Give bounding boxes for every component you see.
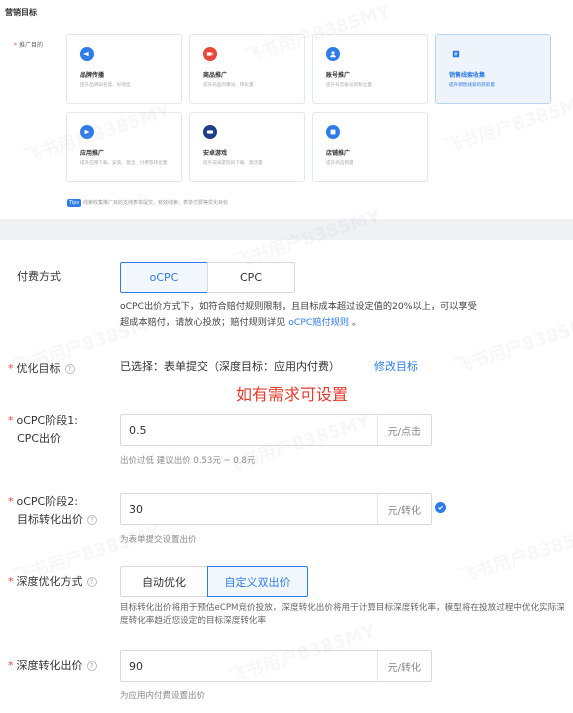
promo-goal-label: * 推广目的 — [14, 42, 44, 49]
card-desc: 提升商品销量 — [326, 161, 354, 166]
form-icon — [449, 47, 463, 61]
stage1-value: 0.5 — [129, 423, 147, 437]
gamepad-icon — [203, 125, 217, 139]
card-title: 安卓游戏 — [203, 150, 228, 157]
stage1-label-line2: CPC出价 — [17, 432, 61, 445]
stage2-value: 30 — [129, 502, 143, 516]
card-brand[interactable]: 品牌传播 提升品牌知名度、好感度 — [66, 34, 182, 104]
billing-label: 付费方式 — [17, 270, 61, 283]
stage1-unit: 元/点击 — [376, 415, 431, 445]
optimize-goal-label: * 优化目标? — [8, 360, 75, 377]
card-title: 应用推广 — [80, 150, 105, 157]
tips-text: 线索收集推广目的支持表单提交、有效线索、表单付费等优化目标 — [83, 200, 229, 206]
stage2-label-line2: 目标转化出价? — [17, 511, 97, 528]
card-android-game[interactable]: 安卓游戏 提升安卓游戏的下载、激活量 — [189, 112, 305, 182]
help-icon[interactable]: ? — [86, 577, 97, 587]
user-icon — [326, 47, 340, 61]
billing-option-ocpc[interactable]: oCPC — [120, 262, 208, 293]
stage2-unit: 元/转化 — [376, 494, 431, 524]
video-icon — [203, 47, 217, 61]
card-app[interactable]: 应用推广 提升应用下载、安装、激活、付费等转化量 — [66, 112, 182, 182]
stage1-cpc-bid-input[interactable]: 0.5 元/点击 — [120, 414, 432, 446]
card-desc: 提升商品的曝光、转化量 — [203, 83, 254, 88]
card-title: 品牌传播 — [80, 72, 105, 79]
help-icon[interactable]: ? — [87, 515, 97, 525]
stage2-hint: 为表单提交设置出价 — [120, 535, 197, 545]
setting-note: 如有需求可设置 — [236, 385, 349, 404]
card-title: 商品推广 — [203, 72, 228, 79]
stage1-hint: 出价过低 建议出价 0.53元 ~ 0.8元 — [120, 456, 256, 466]
marketing-goal-panel: 营销目标 * 推广目的 品牌传播 提升品牌知名度、好感度 商品推广 提升商品的曝光… — [0, 0, 573, 219]
section-title: 营销目标 — [5, 8, 37, 17]
optimize-goal-value: 已选择：表单提交（深度目标：应用内付费） — [120, 360, 340, 373]
deep-bid-label: * 深度转化出价? — [8, 657, 97, 674]
card-title: 账号推广 — [326, 72, 351, 79]
deep-mode-option-custom-dual-bid[interactable]: 自定义双出价 — [207, 566, 308, 597]
card-title: 销售线索收集 — [449, 72, 486, 79]
card-store[interactable]: 店铺推广 提升商品销量 — [312, 112, 428, 182]
deep-mode-description: 目标转化出价将用于预估eCPM竞价投放，深度转化出价将用于计算目标深度转化率，模… — [120, 603, 565, 626]
card-desc: 提升销售线索的获取量 — [449, 83, 495, 88]
ocpc-compensation-rules-link[interactable]: oCPC赔付规则 — [288, 317, 349, 328]
help-icon[interactable]: ? — [86, 661, 97, 671]
card-desc: 提升品牌知名度、好感度 — [80, 83, 131, 88]
deep-bid-value: 90 — [129, 659, 143, 673]
help-icon[interactable]: ? — [64, 364, 75, 374]
megaphone-icon — [80, 47, 94, 61]
card-product[interactable]: 商品推广 提升商品的曝光、转化量 — [189, 34, 305, 104]
stage2-target-bid-input[interactable]: 30 元/转化 — [120, 493, 432, 525]
tips-badge: Tips — [67, 199, 82, 207]
deep-mode-label: * 深度优化方式? — [8, 573, 97, 590]
card-title: 店铺推广 — [326, 150, 351, 157]
billing-description: oCPC出价方式下，如符合赔付规则限制，且目标成本超过设定值的20%以上，可以享… — [120, 301, 477, 328]
store-icon — [326, 125, 340, 139]
card-desc: 提升抖音账号的粉丝量 — [326, 83, 372, 88]
deep-mode-option-auto[interactable]: 自动优化 — [120, 566, 208, 597]
deep-bid-unit: 元/转化 — [376, 651, 431, 681]
modify-goal-link[interactable]: 修改目标 — [374, 358, 418, 375]
billing-option-cpc[interactable]: CPC — [207, 262, 295, 293]
deep-conversion-bid-input[interactable]: 90 元/转化 — [120, 650, 432, 682]
stage1-label-line1: * oCPC阶段1: — [8, 414, 78, 427]
card-desc: 提升安卓游戏的下载、激活量 — [203, 161, 263, 166]
card-desc: 提升应用下载、安装、激活、付费等转化量 — [80, 161, 168, 166]
check-circle-icon — [435, 502, 446, 513]
card-leads[interactable]: 销售线索收集 提升销售线索的获取量 — [435, 34, 551, 104]
deep-bid-hint: 为应用内付费设置出价 — [120, 691, 206, 701]
stage2-label-line1: * oCPC阶段2: — [8, 495, 78, 508]
card-account[interactable]: 账号推广 提升抖音账号的粉丝量 — [312, 34, 428, 104]
app-icon — [80, 125, 94, 139]
